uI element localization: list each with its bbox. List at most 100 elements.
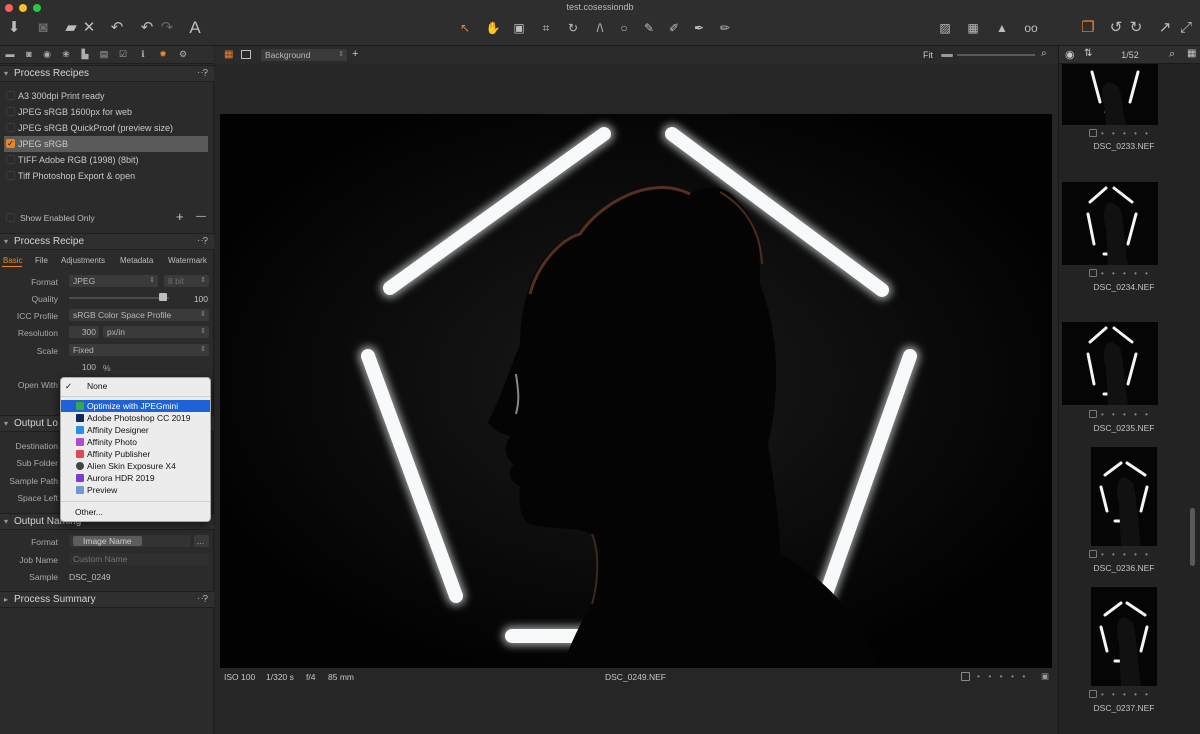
- pan-icon[interactable]: ✋: [484, 20, 502, 36]
- menu-item-none[interactable]: ✓ None: [61, 380, 210, 392]
- tab-adjustments[interactable]: Adjustments: [61, 256, 105, 265]
- tab-metadata[interactable]: Metadata: [120, 256, 153, 265]
- menu-item-exposure[interactable]: Alien Skin Exposure X4: [61, 460, 210, 472]
- recipe-item[interactable]: JPEG sRGB 1600px for web: [4, 104, 208, 120]
- glasses-icon[interactable]: oo: [1020, 20, 1042, 36]
- add-recipe-button[interactable]: +: [176, 209, 184, 224]
- process-recipes-header[interactable]: ▾ Process Recipes ?: [0, 65, 214, 82]
- quality-slider-track[interactable]: [69, 297, 169, 299]
- tab-file[interactable]: File: [35, 256, 48, 265]
- pointer-icon[interactable]: ↖: [456, 20, 474, 36]
- single-view-icon[interactable]: [241, 50, 251, 59]
- recipe-item[interactable]: JPEG sRGB QuickProof (preview size): [4, 120, 208, 136]
- batch-tab-icon[interactable]: ⚙: [178, 49, 188, 59]
- details-tab-icon[interactable]: ▤: [99, 49, 109, 59]
- undo-icon[interactable]: ↶: [138, 20, 156, 36]
- menu-item-jpegmini[interactable]: Optimize with JPEGmini: [61, 400, 210, 412]
- menu-item-affinity-designer[interactable]: Affinity Designer: [61, 424, 210, 436]
- job-name-input[interactable]: [69, 553, 209, 565]
- import-icon[interactable]: ⬇: [5, 20, 23, 36]
- process-recipe-header[interactable]: ▾ Process Recipe ?: [0, 233, 214, 250]
- rotate-left-icon[interactable]: ↺: [1107, 20, 1125, 36]
- browser-scrollbar[interactable]: [1190, 508, 1195, 566]
- section-more-button[interactable]: ···: [197, 67, 207, 78]
- share-icon[interactable]: ↗: [1156, 20, 1174, 36]
- reset-icon[interactable]: ↶: [108, 20, 126, 36]
- capture-tab-icon[interactable]: ◙: [24, 49, 34, 59]
- color-tab-icon[interactable]: ❀: [61, 49, 71, 59]
- text-tool-icon[interactable]: A: [186, 19, 204, 36]
- output-tab-icon[interactable]: ✹: [158, 49, 168, 59]
- adjustments-tab-icon[interactable]: ☑: [118, 49, 128, 59]
- library-tab-icon[interactable]: ▬: [5, 49, 15, 59]
- menu-item-preview[interactable]: Preview: [61, 484, 210, 496]
- annotation-icon[interactable]: ✏: [716, 20, 734, 36]
- multi-view-icon[interactable]: ▦: [224, 50, 233, 60]
- rotate-icon[interactable]: ↻: [564, 20, 582, 36]
- warning-icon[interactable]: ▲: [993, 20, 1011, 36]
- delete-icon[interactable]: ✕: [80, 20, 98, 36]
- stack-icon[interactable]: ❐: [1079, 20, 1097, 36]
- menu-item-affinity-publisher[interactable]: Affinity Publisher: [61, 448, 210, 460]
- section-more-button[interactable]: ···: [197, 593, 207, 604]
- crop-icon[interactable]: ⌗: [537, 20, 555, 36]
- thumb-checkbox[interactable]: [1089, 129, 1097, 137]
- thumb-checkbox[interactable]: [1089, 269, 1097, 277]
- thumb-rating[interactable]: • • • • •: [1089, 550, 1179, 559]
- recipe-item[interactable]: Tiff Photoshop Export & open: [4, 168, 208, 184]
- menu-item-photoshop[interactable]: Adobe Photoshop CC 2019: [61, 412, 210, 424]
- thumbnail-image[interactable]: [1062, 64, 1158, 125]
- viewer-select-checkbox[interactable]: [961, 672, 970, 681]
- thumb-rating[interactable]: • • • • •: [1089, 690, 1179, 699]
- scale-select[interactable]: Fixed ⇕: [69, 344, 209, 356]
- recipe-item-selected[interactable]: ✓ JPEG sRGB: [4, 136, 208, 152]
- tab-basic[interactable]: Basic: [3, 256, 23, 265]
- lens-tab-icon[interactable]: ◉: [42, 49, 52, 59]
- exposure-tab-icon[interactable]: ▙: [80, 49, 90, 59]
- recipe-item[interactable]: TIFF Adobe RGB (1998) (8bit): [4, 152, 208, 168]
- folder-icon[interactable]: ▰: [62, 20, 80, 36]
- process-summary-header[interactable]: ▸ Process Summary ?: [0, 591, 214, 608]
- main-photo[interactable]: [220, 114, 1052, 668]
- thumbnail-image[interactable]: [1062, 182, 1158, 265]
- thumb-checkbox[interactable]: [1089, 690, 1097, 698]
- menu-item-affinity-photo[interactable]: Affinity Photo: [61, 436, 210, 448]
- brush-icon[interactable]: ✎: [640, 20, 658, 36]
- grid-icon[interactable]: ▦: [964, 20, 982, 36]
- quality-slider-thumb[interactable]: [159, 293, 167, 301]
- icc-profile-select[interactable]: sRGB Color Space Profile ⇕: [69, 309, 209, 321]
- zoom-slider[interactable]: [957, 54, 1035, 56]
- viewer-rating[interactable]: • • • • •: [977, 671, 1028, 681]
- grid-view-icon[interactable]: ▦: [1187, 48, 1196, 59]
- resolution-unit-select[interactable]: px/in ⇕: [103, 326, 209, 338]
- thumb-rating[interactable]: • • • • •: [1089, 129, 1179, 138]
- thumb-checkbox[interactable]: [1089, 410, 1097, 418]
- picker-icon[interactable]: ✒: [690, 20, 708, 36]
- thumbnail-image[interactable]: [1091, 447, 1157, 546]
- open-with-menu[interactable]: ✓ None Optimize with JPEGmini Adobe Phot…: [60, 377, 211, 522]
- menu-item-aurora[interactable]: Aurora HDR 2019: [61, 472, 210, 484]
- rotate-right-icon[interactable]: ↻: [1127, 20, 1145, 36]
- naming-format-more-button[interactable]: ...: [194, 535, 209, 547]
- section-more-button[interactable]: ···: [197, 235, 207, 246]
- menu-item-other[interactable]: Other...: [61, 506, 210, 518]
- eraser-icon[interactable]: ✐: [665, 20, 683, 36]
- bitdepth-select[interactable]: 8 bit ⇕: [164, 275, 209, 287]
- tab-watermark[interactable]: Watermark: [168, 256, 207, 265]
- thumb-rating[interactable]: • • • • •: [1089, 410, 1179, 419]
- keystone-icon[interactable]: /\: [591, 20, 609, 36]
- thumb-checkbox[interactable]: [1089, 550, 1097, 558]
- quality-value[interactable]: 100: [180, 294, 208, 304]
- remove-recipe-button[interactable]: —: [196, 211, 206, 222]
- color-editor-icon[interactable]: ▨: [936, 20, 954, 36]
- zoom-out-icon[interactable]: [941, 54, 953, 57]
- camera-icon[interactable]: ◙: [34, 20, 52, 36]
- image-name-token[interactable]: Image Name: [73, 536, 142, 546]
- resolution-input[interactable]: 300: [69, 326, 99, 338]
- recipe-item[interactable]: A3 300dpi Print ready: [4, 88, 208, 104]
- loupe-icon[interactable]: ▣: [510, 20, 528, 36]
- zoom-in-icon[interactable]: ⌕: [1041, 48, 1047, 59]
- fit-zoom-label[interactable]: Fit: [923, 50, 933, 60]
- expand-icon[interactable]: ⤢: [1177, 20, 1195, 36]
- redo-icon[interactable]: ↷: [158, 20, 176, 36]
